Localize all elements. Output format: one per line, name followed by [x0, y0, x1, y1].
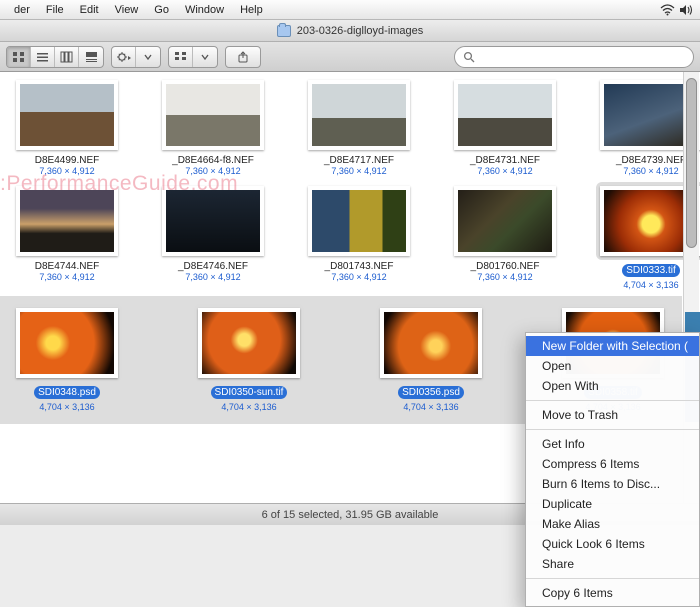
context-menu-item[interactable]: Open With: [526, 376, 699, 396]
file-item[interactable]: D8E4499.NEF7,360 × 4,912: [12, 76, 122, 176]
file-item[interactable]: _D8E4731.NEF7,360 × 4,912: [450, 76, 560, 176]
menubar-item[interactable]: File: [38, 2, 72, 18]
file-thumbnail[interactable]: [454, 80, 556, 150]
context-menu-item[interactable]: Make Alias: [526, 514, 699, 534]
status-text: 6 of 15 selected, 31.95 GB available: [262, 509, 439, 521]
menubar-item[interactable]: Edit: [72, 2, 107, 18]
file-thumbnail[interactable]: [162, 80, 264, 150]
file-item[interactable]: SDI0356.psd 4,704 × 3,136: [376, 304, 486, 412]
context-menu-item[interactable]: Duplicate: [526, 494, 699, 514]
view-coverflow-button[interactable]: [79, 47, 103, 67]
file-dimensions: 7,360 × 4,912: [450, 166, 560, 176]
file-name[interactable]: SDI0350-sun.tif: [211, 386, 288, 399]
scroll-thumb[interactable]: [686, 78, 697, 248]
wifi-icon[interactable]: [658, 4, 676, 16]
file-thumbnail[interactable]: [16, 308, 118, 378]
context-menu-item[interactable]: Copy 6 Items: [526, 583, 699, 603]
context-menu-item[interactable]: Share: [526, 554, 699, 574]
file-name[interactable]: D8E4499.NEF: [35, 155, 99, 166]
file-item[interactable]: SDI0348.psd 4,704 × 3,136: [12, 304, 122, 412]
folder-icon: [277, 25, 291, 37]
dropdown-chevron-icon[interactable]: [193, 47, 217, 67]
window-titlebar: 203-0326-diglloyd-images: [0, 20, 700, 42]
file-item[interactable]: SDI0350-sun.tif 4,704 × 3,136: [194, 304, 304, 412]
context-menu-item[interactable]: Burn 6 Items to Disc...: [526, 474, 699, 494]
file-item[interactable]: D8E4744.NEF7,360 × 4,912: [12, 182, 122, 290]
file-name[interactable]: SDI0348.psd: [34, 386, 100, 399]
action-segmented: [111, 46, 161, 68]
context-menu-item[interactable]: Open: [526, 356, 699, 376]
menubar-item[interactable]: Window: [177, 2, 232, 18]
file-name[interactable]: _D8E4664-f8.NEF: [172, 155, 254, 166]
file-dimensions: 4,704 × 3,136: [12, 402, 122, 412]
context-menu-item[interactable]: Compress 6 Items: [526, 454, 699, 474]
search-field[interactable]: [454, 46, 694, 68]
menubar-item[interactable]: View: [107, 2, 147, 18]
file-name[interactable]: _D8E4717.NEF: [324, 155, 394, 166]
file-dimensions: 7,360 × 4,912: [158, 272, 268, 282]
file-item[interactable]: _D8E4717.NEF7,360 × 4,912: [304, 76, 414, 176]
file-name[interactable]: SDI0333.tif: [622, 264, 679, 277]
arrange-button[interactable]: [169, 47, 193, 67]
view-column-button[interactable]: [55, 47, 79, 67]
file-item[interactable]: _D8E4664-f8.NEF7,360 × 4,912: [158, 76, 268, 176]
file-item[interactable]: _D801743.NEF7,360 × 4,912: [304, 182, 414, 290]
file-name[interactable]: SDI0356.psd: [398, 386, 464, 399]
menubar-item[interactable]: Go: [146, 2, 177, 18]
context-menu-item[interactable]: New Folder with Selection (: [526, 336, 699, 356]
view-list-button[interactable]: [31, 47, 55, 67]
file-dimensions: 7,360 × 4,912: [450, 272, 560, 282]
file-dimensions: 4,704 × 3,136: [376, 402, 486, 412]
file-dimensions: 7,360 × 4,912: [304, 272, 414, 282]
file-name[interactable]: D8E4744.NEF: [35, 261, 99, 272]
file-name[interactable]: _D8E4746.NEF: [178, 261, 248, 272]
menu-separator: [526, 578, 699, 579]
view-mode-segmented: [6, 46, 104, 68]
file-name[interactable]: _D8E4731.NEF: [470, 155, 540, 166]
action-button[interactable]: [112, 47, 136, 67]
file-thumbnail[interactable]: [16, 186, 118, 256]
file-name[interactable]: _D8E4739.NEF: [616, 155, 686, 166]
menu-separator: [526, 429, 699, 430]
file-dimensions: 7,360 × 4,912: [304, 166, 414, 176]
context-menu: New Folder with Selection (OpenOpen With…: [525, 332, 700, 607]
file-thumbnail[interactable]: [198, 308, 300, 378]
search-icon: [463, 51, 475, 63]
volume-icon[interactable]: [676, 4, 694, 16]
file-item[interactable]: _D8E4746.NEF7,360 × 4,912: [158, 182, 268, 290]
watermark-text: :PerformanceGuide.com: [0, 172, 238, 196]
context-menu-item[interactable]: Quick Look 6 Items: [526, 534, 699, 554]
file-thumbnail[interactable]: [308, 80, 410, 150]
dropdown-chevron-icon[interactable]: [136, 47, 160, 67]
file-dimensions: 4,704 × 3,136: [194, 402, 304, 412]
menu-separator: [526, 400, 699, 401]
menubar-item[interactable]: Help: [232, 2, 271, 18]
window-title: 203-0326-diglloyd-images: [297, 25, 424, 37]
menubar-item[interactable]: der: [6, 2, 38, 18]
file-thumbnail[interactable]: [380, 308, 482, 378]
file-thumbnail[interactable]: [16, 80, 118, 150]
file-name[interactable]: _D801760.NEF: [471, 261, 540, 272]
system-menubar: der File Edit View Go Window Help: [0, 0, 700, 20]
search-input[interactable]: [481, 51, 685, 63]
view-icon-button[interactable]: [7, 47, 31, 67]
file-thumbnail[interactable]: [454, 186, 556, 256]
finder-toolbar: [0, 42, 700, 72]
share-button[interactable]: [225, 46, 261, 68]
file-dimensions: 7,360 × 4,912: [12, 272, 122, 282]
file-thumbnail[interactable]: [308, 186, 410, 256]
file-name[interactable]: _D801743.NEF: [325, 261, 394, 272]
context-menu-item[interactable]: Get Info: [526, 434, 699, 454]
file-item[interactable]: _D801760.NEF7,360 × 4,912: [450, 182, 560, 290]
arrange-segmented: [168, 46, 218, 68]
context-menu-item[interactable]: Move to Trash: [526, 405, 699, 425]
file-thumbnail[interactable]: [162, 186, 264, 256]
